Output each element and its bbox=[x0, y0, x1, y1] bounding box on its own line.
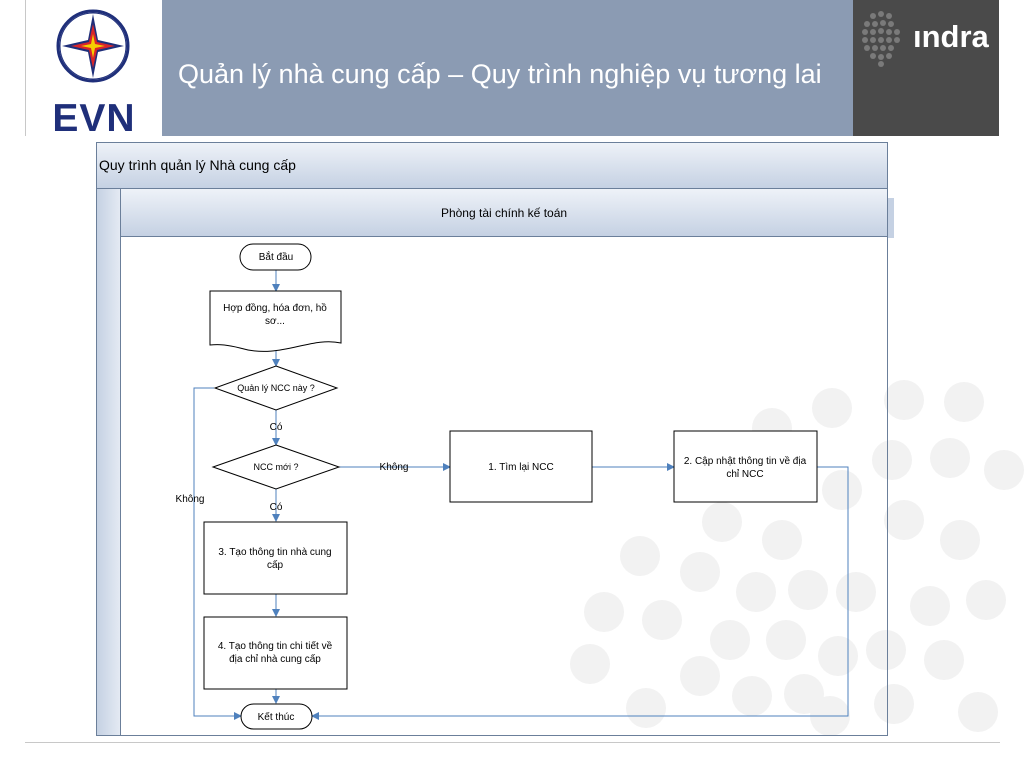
svg-text:Kết thúc: Kết thúc bbox=[258, 711, 295, 723]
decision-manage-ncc: Quản lý NCC này ? bbox=[213, 365, 339, 411]
svg-text:Bắt đầu: Bắt đầu bbox=[259, 250, 293, 263]
decision-new-ncc: NCC mới ? bbox=[211, 444, 341, 490]
svg-text:NCC mới ?: NCC mới ? bbox=[254, 462, 299, 472]
task-create-supplier-address: 4. Tạo thông tin chi tiết về địa chỉ nhà… bbox=[203, 616, 348, 690]
svg-text:1. Tìm lại NCC: 1. Tìm lại NCC bbox=[488, 462, 553, 473]
svg-text:cấp: cấp bbox=[267, 559, 284, 571]
task-find-ncc: 1. Tìm lại NCC bbox=[449, 430, 593, 503]
edge-label-co-1: Có bbox=[270, 422, 283, 433]
svg-text:chỉ NCC: chỉ NCC bbox=[726, 468, 763, 480]
svg-text:3. Tạo thông tin nhà cung: 3. Tạo thông tin nhà cung bbox=[218, 547, 331, 558]
edge-label-co-2: Có bbox=[270, 502, 283, 513]
end-node: Kết thúc bbox=[240, 703, 313, 730]
svg-text:sơ...: sơ... bbox=[265, 316, 285, 327]
svg-text:Quản lý NCC này ?: Quản lý NCC này ? bbox=[237, 383, 315, 393]
document-node: Hợp đồng, hóa đơn, hồ sơ... bbox=[209, 290, 342, 352]
edge-label-khong-2: Không bbox=[176, 494, 205, 505]
svg-text:địa chỉ nhà cung cấp: địa chỉ nhà cung cấp bbox=[229, 653, 321, 665]
task-create-supplier: 3. Tạo thông tin nhà cung cấp bbox=[203, 521, 348, 595]
start-node: Bắt đầu bbox=[239, 243, 312, 271]
svg-text:2. Cập nhật thông tin về địa: 2. Cập nhật thông tin về địa bbox=[684, 455, 807, 467]
svg-text:Hợp đồng, hóa đơn, hồ: Hợp đồng, hóa đơn, hồ bbox=[223, 302, 327, 314]
task-update-address: 2. Cập nhật thông tin về địa chỉ NCC bbox=[673, 430, 818, 503]
edge-task2-end bbox=[311, 466, 849, 720]
flow-diagram: Bắt đầu Hợp đồng, hóa đơn, hồ sơ... Quản… bbox=[176, 243, 849, 730]
svg-text:4. Tạo thông tin chi tiết về: 4. Tạo thông tin chi tiết về bbox=[218, 640, 333, 652]
edge-label-khong-1: Không bbox=[380, 462, 409, 473]
